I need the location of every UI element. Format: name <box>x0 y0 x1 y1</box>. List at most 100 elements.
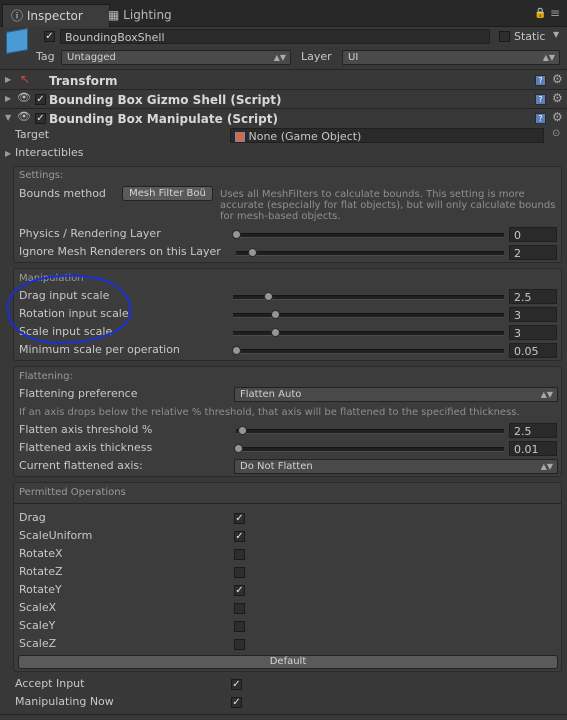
manipulating-now-checkbox[interactable]: ✓ <box>231 697 242 708</box>
tag-label: Tag <box>36 50 55 63</box>
ignore-layer-label: Ignore Mesh Renderers on this Layer <box>19 245 221 258</box>
flatten-threshold-slider[interactable] <box>236 429 504 434</box>
gameobject-icon <box>235 132 245 142</box>
layer-dropdown[interactable]: UI ▲▼ <box>342 50 560 65</box>
divider <box>0 714 567 715</box>
min-scale-field[interactable]: 0.05 <box>509 343 557 358</box>
help-book-icon[interactable]: ? <box>535 113 546 124</box>
operation-checkbox[interactable] <box>234 639 245 650</box>
foldout-right-icon: ▶ <box>5 94 12 103</box>
operation-label: ScaleZ <box>19 637 57 650</box>
current-axis-label: Current flattened axis: <box>19 459 143 472</box>
accept-input-checkbox[interactable]: ✓ <box>231 679 242 690</box>
operation-checkbox[interactable]: ✓ <box>234 585 245 596</box>
tab-lighting-label: Lighting <box>123 8 172 22</box>
bounds-help-line-1: Uses all MeshFilters to calculate bounds… <box>220 189 525 200</box>
flattening-preference-value: Flatten Auto <box>240 389 302 400</box>
operation-label: ScaleUniform <box>19 529 93 542</box>
physics-layer-slider[interactable] <box>236 233 504 238</box>
chevron-down-icon: ▲▼ <box>540 390 553 399</box>
slider-thumb[interactable] <box>248 248 257 257</box>
slider-thumb[interactable] <box>232 346 241 355</box>
help-book-icon[interactable]: ? <box>535 94 546 105</box>
transform-axes-icon: ↖ <box>20 72 31 86</box>
flattened-thickness-field[interactable]: 0.01 <box>509 441 557 456</box>
operation-checkbox[interactable] <box>234 603 245 614</box>
flattened-thickness-label: Flattened axis thickness <box>19 441 153 454</box>
gear-icon[interactable]: ⚙ <box>552 72 563 86</box>
flatten-threshold-field[interactable]: 2.5 <box>509 423 557 438</box>
operation-label: RotateZ <box>19 565 63 578</box>
component-manipulate[interactable]: ▼ 👁 ✓ Bounding Box Manipulate (Script) ?… <box>0 109 567 127</box>
interactibles-label[interactable]: Interactibles <box>15 145 84 161</box>
flattening-preference-dropdown[interactable]: Flatten Auto ▲▼ <box>234 387 558 402</box>
component-title: Transform <box>49 74 118 88</box>
slider-thumb[interactable] <box>234 444 243 453</box>
min-scale-slider[interactable] <box>233 349 504 354</box>
bounds-help-line-2: accurate (especially for flat objects), … <box>220 200 556 211</box>
accept-input-label: Accept Input <box>15 677 85 690</box>
active-checkbox[interactable]: ✓ <box>44 31 55 42</box>
tag-value: Untagged <box>67 52 116 63</box>
menu-icon[interactable]: ≡ <box>550 6 560 20</box>
gear-icon[interactable]: ⚙ <box>552 110 563 124</box>
current-axis-value: Do Not Flatten <box>240 461 313 472</box>
gameobject-cube-icon <box>6 28 28 54</box>
static-dropdown-icon[interactable]: ▼ <box>553 30 559 39</box>
component-gizmo-shell[interactable]: ▶ 👁 ✓ Bounding Box Gizmo Shell (Script) … <box>0 90 567 108</box>
slider-thumb[interactable] <box>271 328 280 337</box>
physics-layer-label: Physics / Rendering Layer <box>19 227 161 240</box>
slider-thumb[interactable] <box>264 292 273 301</box>
help-book-icon[interactable]: ? <box>535 75 546 86</box>
object-picker-icon[interactable]: ⊙ <box>552 128 560 139</box>
slider-thumb[interactable] <box>232 230 241 239</box>
flatten-threshold-label: Flatten axis threshold % <box>19 423 153 436</box>
default-button[interactable]: Default <box>18 655 558 669</box>
target-object-field[interactable]: None (Game Object) <box>230 128 544 143</box>
bounds-method-dropdown[interactable]: Mesh Filter Boü <box>122 186 213 201</box>
foldout-right-icon[interactable]: ▶ <box>5 149 11 158</box>
operation-checkbox[interactable]: ✓ <box>234 513 245 524</box>
chevron-down-icon: ▲▼ <box>540 462 553 471</box>
rotation-scale-field[interactable]: 3 <box>509 307 557 322</box>
static-checkbox[interactable] <box>499 31 510 42</box>
target-label: Target <box>15 128 50 141</box>
gameobject-name-field[interactable]: BoundingBoxShell <box>60 29 490 44</box>
flattened-thickness-slider[interactable] <box>236 447 504 452</box>
slider-thumb[interactable] <box>238 426 247 435</box>
operation-label: ScaleX <box>19 601 57 614</box>
flattening-preference-label: Flattening preference <box>19 387 138 400</box>
gear-icon[interactable]: ⚙ <box>552 91 563 105</box>
component-enabled-checkbox[interactable]: ✓ <box>35 113 46 124</box>
component-enabled-checkbox[interactable]: ✓ <box>35 94 46 105</box>
permitted-title: Permitted Operations <box>19 487 126 498</box>
permitted-operations-box <box>13 482 562 672</box>
target-value: None (Game Object) <box>248 130 362 143</box>
drag-scale-slider[interactable] <box>233 295 504 300</box>
operation-checkbox[interactable] <box>234 621 245 632</box>
flattening-help: If an axis drops below the relative % th… <box>19 407 520 418</box>
script-eye-icon: 👁 <box>17 91 31 104</box>
component-transform[interactable]: ▶ ↖ Transform ? ⚙ <box>0 71 567 89</box>
current-axis-dropdown[interactable]: Do Not Flatten ▲▼ <box>234 459 558 474</box>
tab-lighting[interactable]: ▦ Lighting <box>100 4 196 26</box>
tab-inspector-label: Inspector <box>26 9 83 23</box>
tab-inspector[interactable]: ⓘ Inspector <box>2 4 110 27</box>
tag-dropdown[interactable]: Untagged ▲▼ <box>61 50 291 65</box>
layer-label: Layer <box>301 50 332 63</box>
manipulating-now-label: Manipulating Now <box>15 695 114 708</box>
operation-checkbox[interactable] <box>234 567 245 578</box>
physics-layer-field[interactable]: 0 <box>509 227 557 242</box>
ignore-layer-field[interactable]: 2 <box>509 245 557 260</box>
divider <box>14 503 561 504</box>
bounds-method-label: Bounds method <box>19 187 106 200</box>
operation-checkbox[interactable]: ✓ <box>234 531 245 542</box>
ignore-layer-slider[interactable] <box>236 251 504 256</box>
operation-checkbox[interactable] <box>234 549 245 560</box>
scale-input-field[interactable]: 3 <box>509 325 557 340</box>
slider-thumb[interactable] <box>271 310 280 319</box>
tab-bar: ⓘ Inspector ▦ Lighting 🔒 ≡ <box>0 0 567 27</box>
drag-scale-field[interactable]: 2.5 <box>509 289 557 304</box>
script-eye-icon: 👁 <box>17 110 31 123</box>
lock-icon[interactable]: 🔒 <box>534 8 546 19</box>
